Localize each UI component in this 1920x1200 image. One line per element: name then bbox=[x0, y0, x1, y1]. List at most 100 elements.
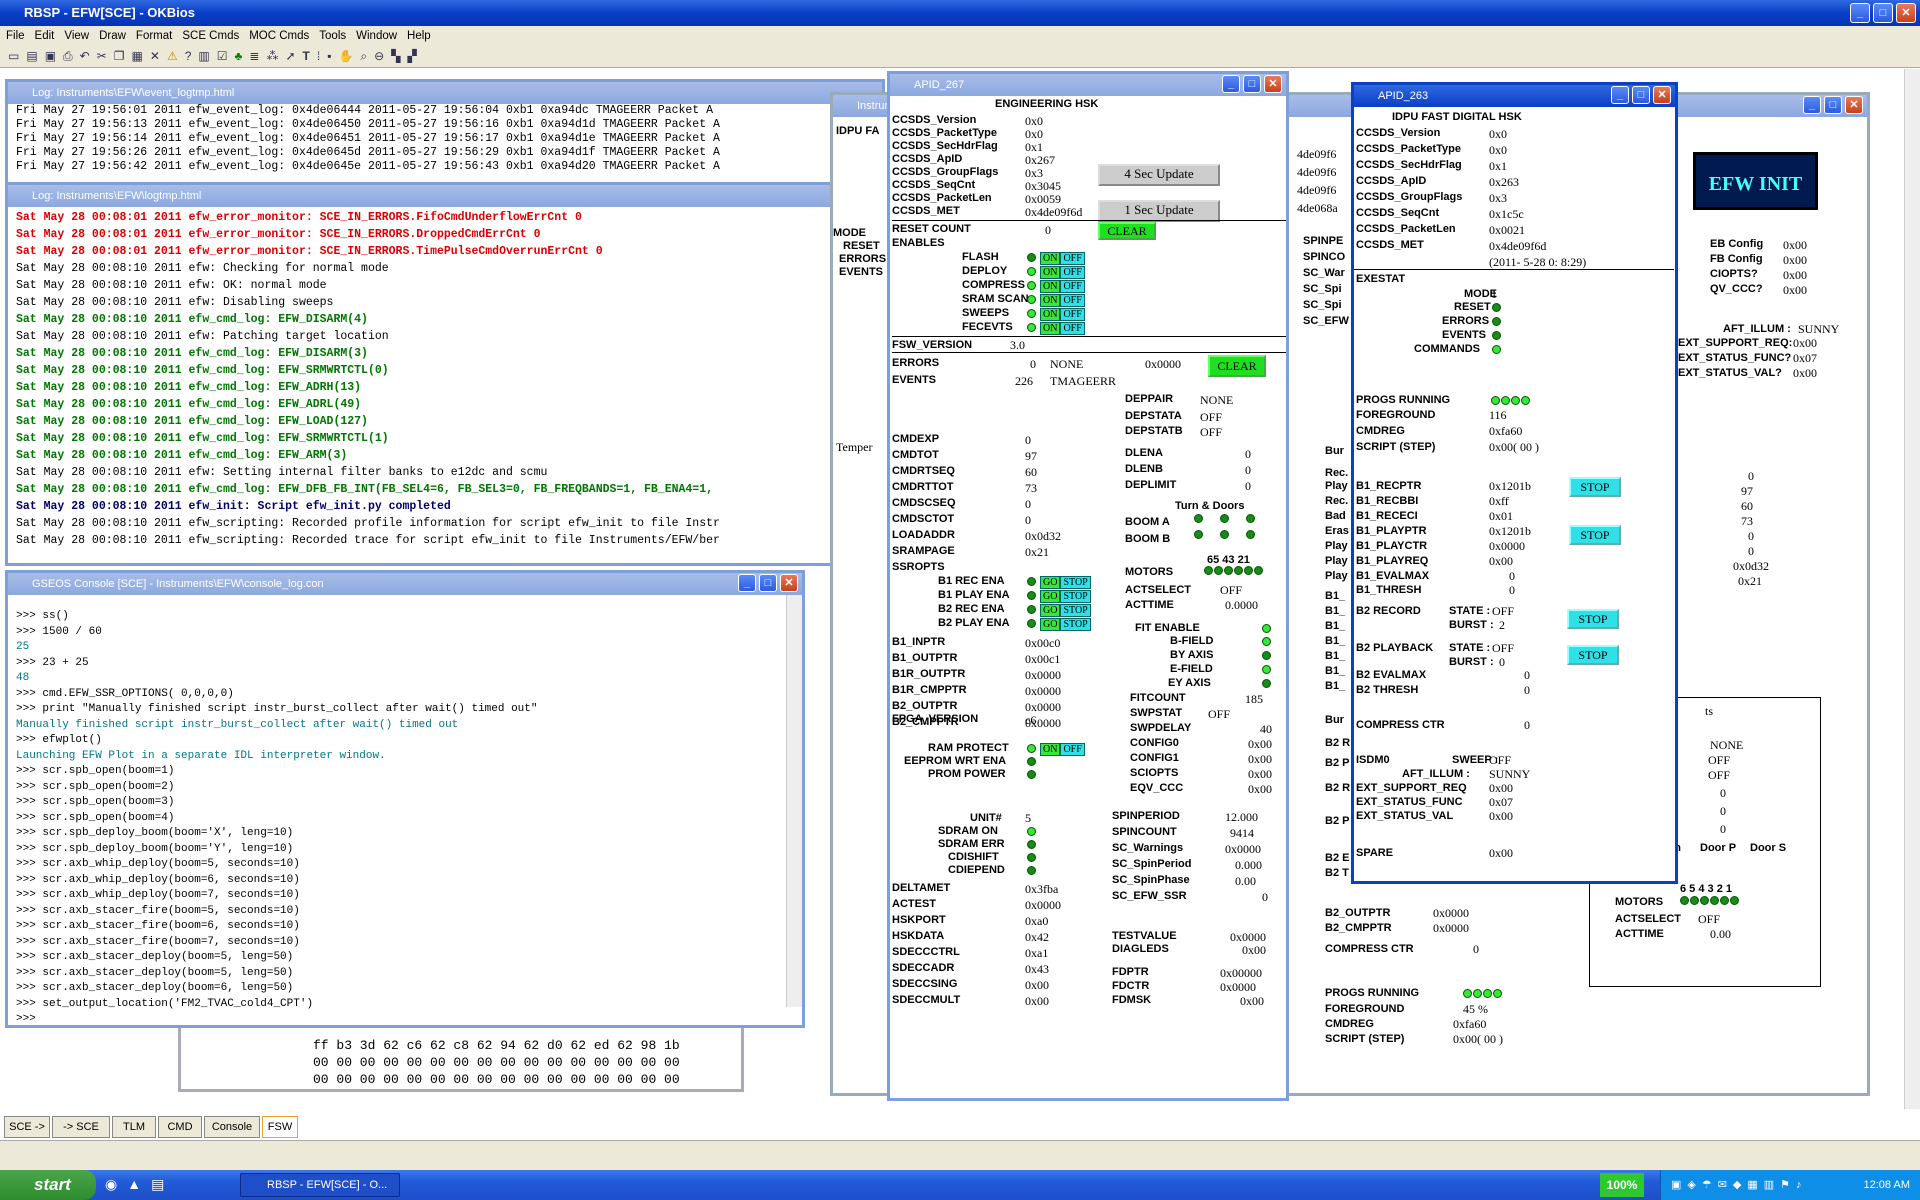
minimize-button[interactable]: _ bbox=[1850, 3, 1870, 23]
stop-button[interactable]: STOP bbox=[1060, 575, 1091, 589]
stop-button[interactable]: STOP bbox=[1060, 589, 1091, 603]
tab-sce[interactable]: -> SCE bbox=[52, 1116, 110, 1138]
taskbar-task-rbsp[interactable]: RBSP - EFW[SCE] - O... bbox=[240, 1173, 400, 1197]
stop-button[interactable]: STOP bbox=[1060, 603, 1091, 617]
off-button[interactable]: OFF bbox=[1060, 279, 1085, 293]
off-button[interactable]: OFF bbox=[1060, 321, 1085, 335]
cut-icon[interactable]: ✂ bbox=[97, 49, 107, 64]
text-icon[interactable]: T bbox=[303, 49, 310, 64]
help-icon[interactable]: ? bbox=[185, 49, 192, 64]
close-button[interactable]: ✕ bbox=[1896, 3, 1916, 23]
leaf-icon[interactable]: ♣ bbox=[235, 49, 243, 64]
menu-window[interactable]: Window bbox=[356, 26, 397, 46]
instr-minimize-button[interactable]: _ bbox=[1803, 96, 1821, 114]
paste-icon[interactable]: ▦ bbox=[132, 49, 143, 64]
tab-tlm[interactable]: TLM bbox=[112, 1116, 156, 1138]
on-button[interactable]: ON bbox=[1040, 742, 1061, 756]
ssr-toggle[interactable]: GO STOP bbox=[1040, 616, 1091, 631]
menu-edit[interactable]: Edit bbox=[35, 26, 55, 46]
check-icon[interactable]: ☑ bbox=[217, 49, 228, 64]
menu-sce-cmds[interactable]: SCE Cmds bbox=[182, 26, 239, 46]
binary-icon[interactable]: ⁂ bbox=[266, 49, 278, 64]
tab-cmd[interactable]: CMD bbox=[158, 1116, 202, 1138]
save-icon[interactable]: ▣ bbox=[45, 49, 56, 64]
console-maximize-button[interactable]: □ bbox=[759, 574, 777, 592]
on-button[interactable]: ON bbox=[1040, 321, 1061, 335]
enable-toggle[interactable]: ON OFF bbox=[1040, 278, 1085, 293]
enable-toggle[interactable]: ON OFF bbox=[1040, 320, 1085, 335]
app-icon[interactable]: ▲ bbox=[127, 1176, 141, 1193]
off-button[interactable]: OFF bbox=[1060, 265, 1085, 279]
zoom-out-icon[interactable]: ⊖ bbox=[374, 49, 384, 64]
tab-sce[interactable]: SCE -> bbox=[4, 1116, 50, 1138]
apid263-minimize-button[interactable]: _ bbox=[1611, 86, 1629, 104]
on-button[interactable]: ON bbox=[1040, 293, 1061, 307]
off-button[interactable]: OFF bbox=[1060, 742, 1085, 756]
ssr-toggle[interactable]: GO STOP bbox=[1040, 602, 1091, 617]
bits-icon[interactable]: ⁞ bbox=[317, 49, 320, 64]
clear-reset-button[interactable]: CLEAR bbox=[1098, 222, 1156, 240]
apid263-maximize-button[interactable]: □ bbox=[1632, 86, 1650, 104]
apid267-maximize-button[interactable]: □ bbox=[1243, 75, 1261, 93]
clear-errors-button[interactable]: CLEAR bbox=[1208, 355, 1266, 377]
instr-maximize-button[interactable]: □ bbox=[1824, 96, 1842, 114]
b2-rec-stop-button[interactable]: STOP bbox=[1567, 609, 1619, 629]
b2-play-stop-button[interactable]: STOP bbox=[1567, 645, 1619, 665]
ssr-toggle[interactable]: GO STOP bbox=[1040, 588, 1091, 603]
print-icon[interactable]: ⎙ bbox=[63, 49, 73, 64]
pointer-icon[interactable]: ➚ bbox=[285, 49, 295, 64]
apid267-minimize-button[interactable]: _ bbox=[1222, 75, 1240, 93]
doc-icon[interactable]: ▤ bbox=[151, 1176, 164, 1193]
go-button[interactable]: GO bbox=[1040, 617, 1061, 631]
menu-view[interactable]: View bbox=[64, 26, 89, 46]
4-sec-update-button[interactable]: 4 Sec Update bbox=[1098, 164, 1220, 186]
enable-toggle[interactable]: ON OFF bbox=[1040, 306, 1085, 321]
menu-help[interactable]: Help bbox=[407, 26, 431, 46]
enable-toggle[interactable]: ON OFF bbox=[1040, 250, 1085, 265]
b1-rec-stop-button[interactable]: STOP bbox=[1569, 477, 1621, 497]
go-button[interactable]: GO bbox=[1040, 603, 1061, 617]
menu-tools[interactable]: Tools bbox=[319, 26, 346, 46]
on-button[interactable]: ON bbox=[1040, 279, 1061, 293]
delete-icon[interactable]: ✕ bbox=[150, 49, 160, 64]
stop-button[interactable]: STOP bbox=[1060, 617, 1091, 631]
ie-icon[interactable]: ◉ bbox=[105, 1176, 117, 1193]
off-button[interactable]: OFF bbox=[1060, 293, 1085, 307]
zoom-icon[interactable]: ⌕ bbox=[360, 49, 367, 64]
main-scrollbar[interactable] bbox=[1904, 69, 1920, 1109]
hand-icon[interactable]: ✋ bbox=[338, 49, 353, 64]
menu-draw[interactable]: Draw bbox=[99, 26, 126, 46]
tab-fsw[interactable]: FSW bbox=[262, 1116, 298, 1138]
zoom-indicator[interactable]: 100% bbox=[1600, 1173, 1644, 1197]
start-button[interactable]: start bbox=[0, 1170, 96, 1200]
menu-format[interactable]: Format bbox=[136, 26, 172, 46]
b1-play-stop-button[interactable]: STOP bbox=[1569, 525, 1621, 545]
menu-moc-cmds[interactable]: MOC Cmds bbox=[249, 26, 309, 46]
cascade-icon[interactable]: ▞ bbox=[407, 49, 416, 64]
instr-close-button[interactable]: ✕ bbox=[1845, 96, 1863, 114]
go-button[interactable]: GO bbox=[1040, 589, 1061, 603]
warning-icon[interactable]: ⚠ bbox=[167, 49, 178, 64]
apid263-close-button[interactable]: ✕ bbox=[1653, 86, 1671, 104]
enable-toggle[interactable]: ON OFF bbox=[1040, 264, 1085, 279]
ok-icon[interactable]: ▪ bbox=[327, 49, 331, 64]
efw-init-button[interactable]: EFW INIT bbox=[1693, 152, 1818, 210]
tray-icons[interactable]: ▣◈☂✉◆▦▥⚑♪ bbox=[1661, 1179, 1808, 1191]
off-button[interactable]: OFF bbox=[1060, 251, 1085, 265]
on-button[interactable]: ON bbox=[1040, 251, 1061, 265]
apid267-close-button[interactable]: ✕ bbox=[1264, 75, 1282, 93]
on-button[interactable]: ON bbox=[1040, 265, 1061, 279]
maximize-button[interactable]: □ bbox=[1873, 3, 1893, 23]
go-button[interactable]: GO bbox=[1040, 575, 1061, 589]
console-scrollbar[interactable] bbox=[786, 595, 802, 1007]
tile-icon[interactable]: ▚ bbox=[391, 49, 400, 64]
console-minimize-button[interactable]: _ bbox=[738, 574, 756, 592]
tab-console[interactable]: Console bbox=[204, 1116, 260, 1138]
off-button[interactable]: OFF bbox=[1060, 307, 1085, 321]
menu-file[interactable]: File bbox=[6, 26, 25, 46]
list-icon[interactable]: ≣ bbox=[249, 49, 259, 64]
console-close-button[interactable]: ✕ bbox=[780, 574, 798, 592]
ram-protect-toggle[interactable]: ON OFF bbox=[1040, 741, 1085, 756]
console-content[interactable]: >>> ss() >>> 1500 / 60 25 >>> 23 + 25 48 >>> … bbox=[8, 595, 802, 1025]
enable-toggle[interactable]: ON OFF bbox=[1040, 292, 1085, 307]
